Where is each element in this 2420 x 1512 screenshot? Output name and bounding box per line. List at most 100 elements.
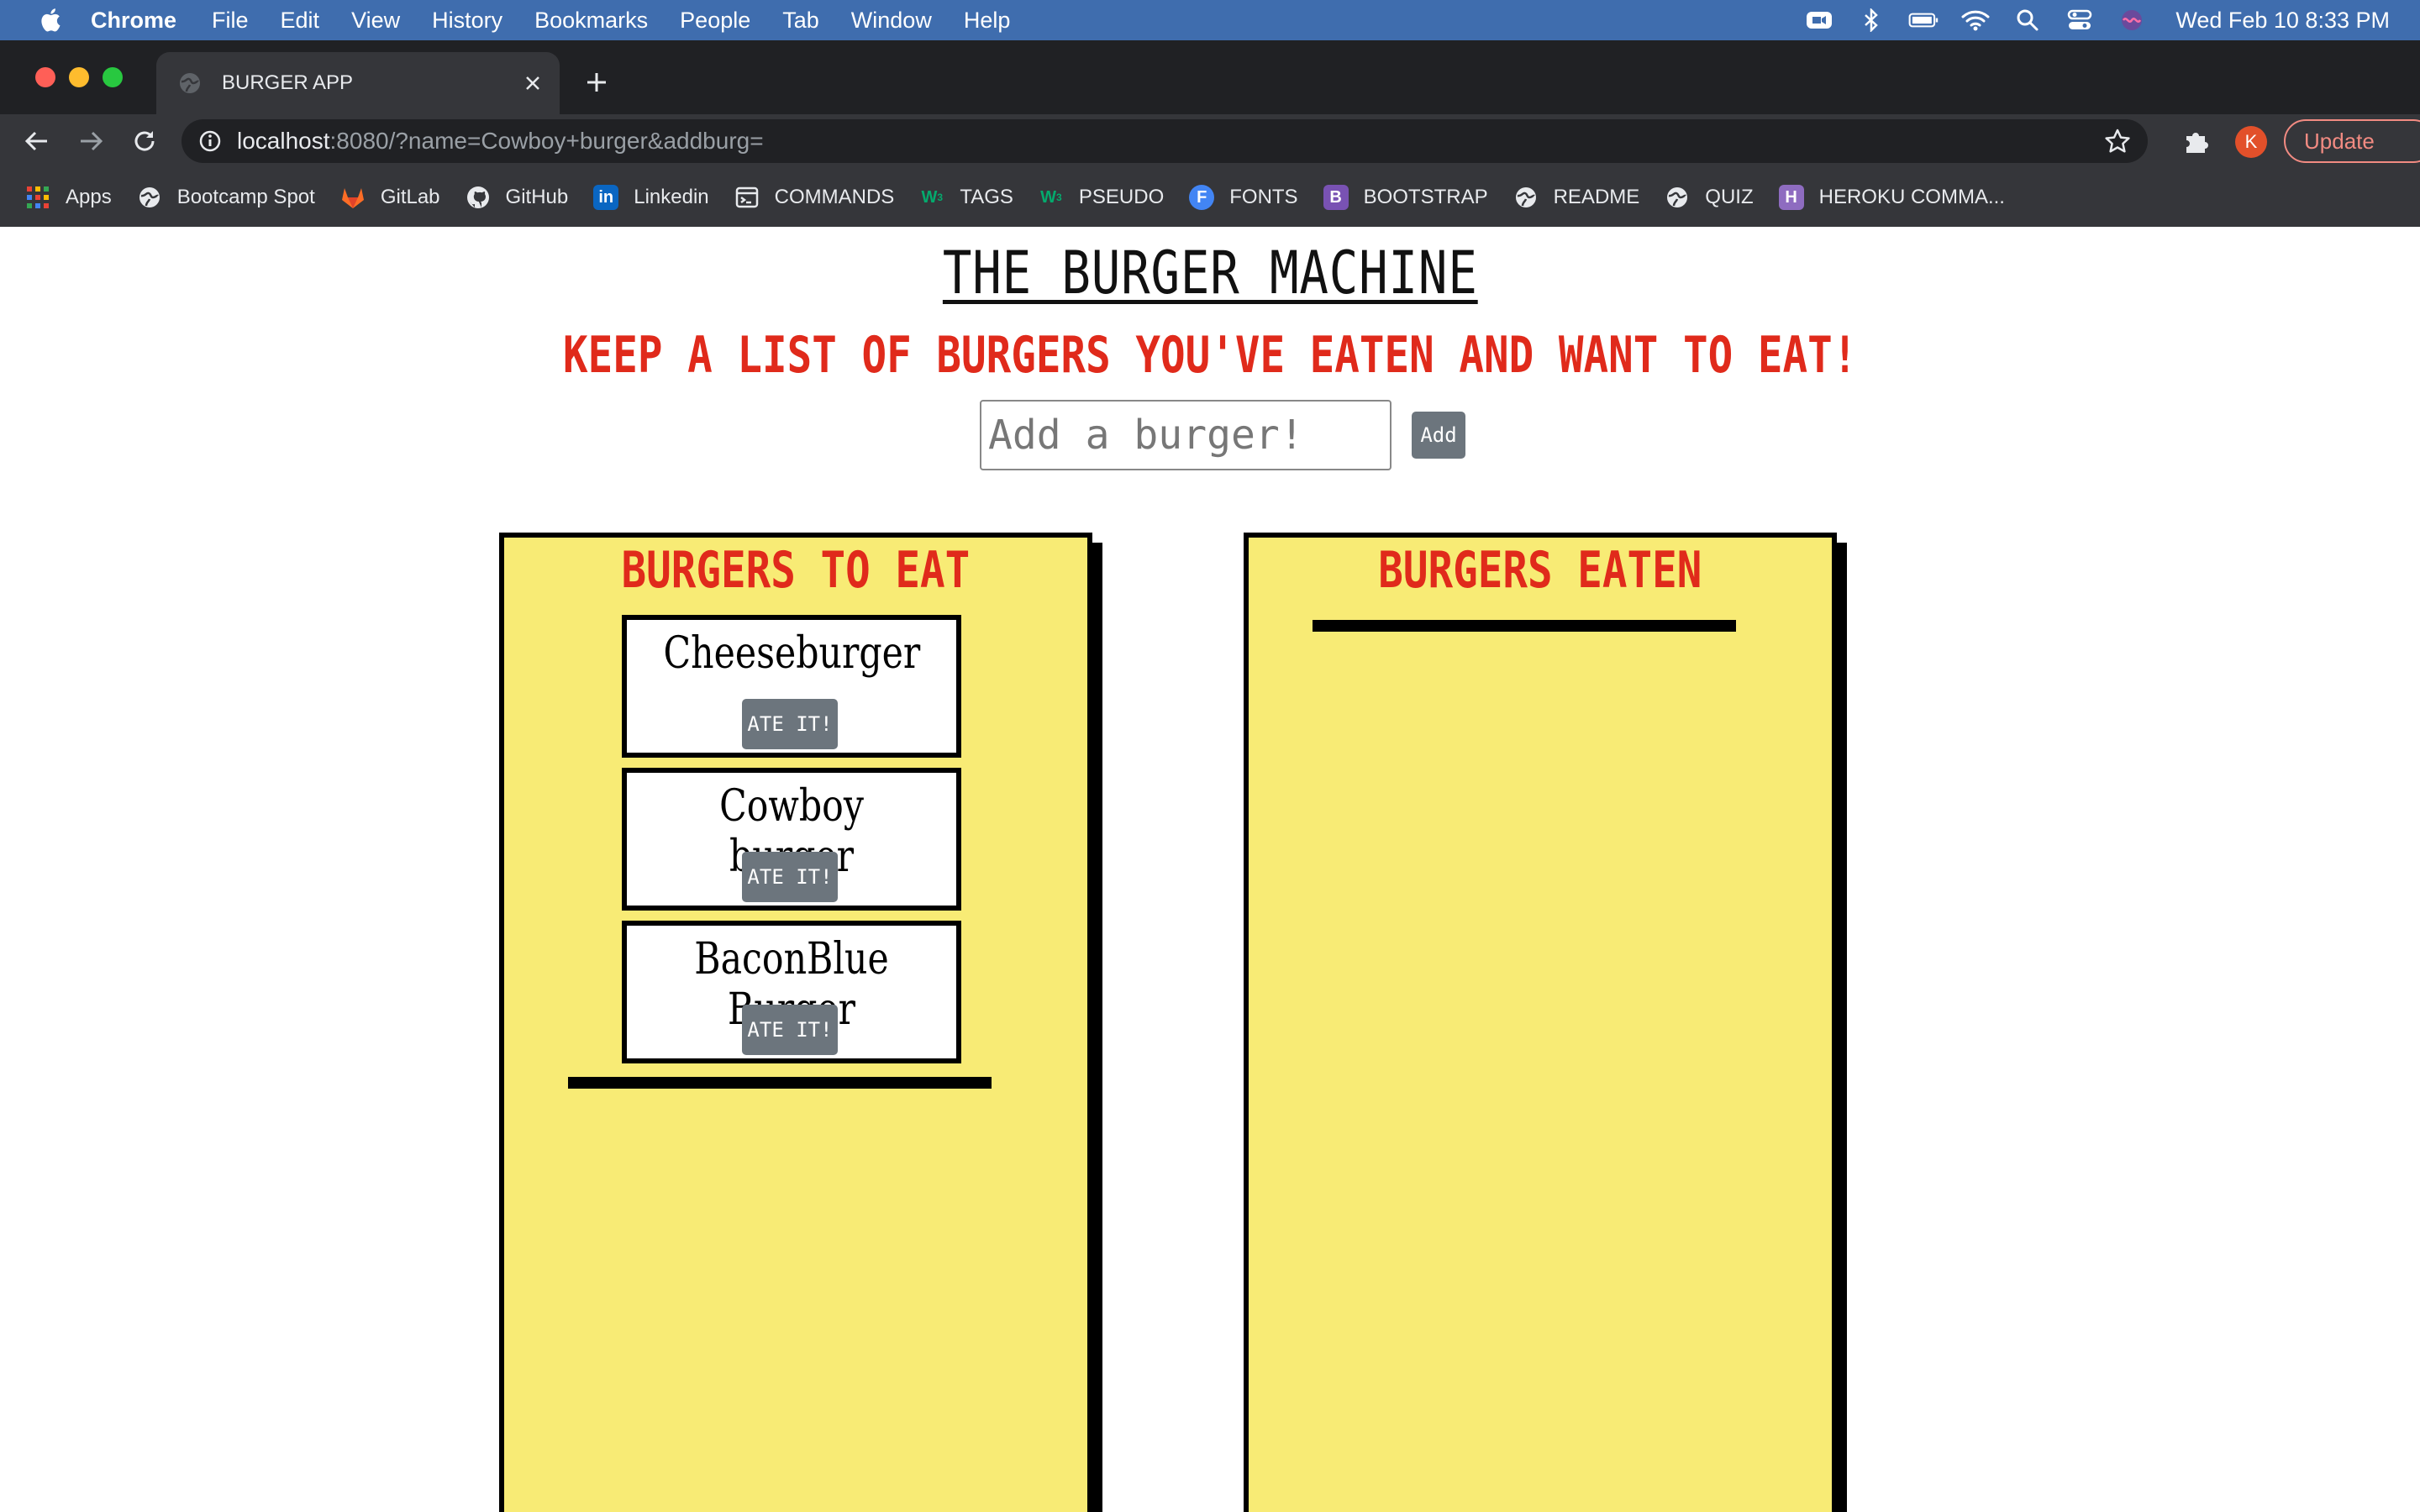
tab-burger-app[interactable]: BURGER APP: [156, 52, 560, 114]
menu-app-name[interactable]: Chrome: [91, 8, 176, 34]
profile-avatar[interactable]: K: [2235, 126, 2267, 158]
bookmark-commands[interactable]: COMMANDS: [734, 185, 895, 210]
terminal-icon: [734, 185, 760, 210]
ate-it-button[interactable]: ATE IT!: [742, 699, 838, 749]
divider: [568, 1077, 992, 1089]
menu-tab[interactable]: Tab: [782, 8, 819, 34]
bookmark-label: Apps: [66, 186, 112, 208]
globe-icon: [137, 185, 162, 210]
menu-help[interactable]: Help: [964, 8, 1011, 34]
github-icon: [466, 185, 491, 210]
bookmark-linkedin[interactable]: in Linkedin: [593, 185, 709, 210]
bluetooth-icon[interactable]: [1856, 8, 1886, 33]
new-tab-plus-icon[interactable]: [580, 66, 613, 99]
wifi-icon[interactable]: [1960, 8, 1991, 33]
bootstrap-icon: B: [1323, 185, 1349, 210]
burger-name-input[interactable]: [980, 400, 1392, 470]
bookmark-gitlab[interactable]: GitLab: [340, 185, 440, 210]
add-burger-button[interactable]: Add: [1412, 412, 1465, 459]
burger-card: Cowboy burger ATE IT!: [622, 768, 961, 911]
site-info-icon[interactable]: [198, 129, 222, 153]
browser-toolbar: localhost:8080/?name=Cowboy+burger&addbu…: [0, 114, 2420, 168]
bookmark-label: Linkedin: [634, 186, 709, 208]
url-host: localhost: [237, 128, 330, 154]
bookmark-label: FONTS: [1229, 186, 1298, 208]
page-subtitle: KEEP A LIST OF BURGERS YOU'VE EATEN AND …: [562, 326, 1858, 385]
burger-card: Cheeseburger ATE IT!: [622, 615, 961, 758]
bookmark-label: PSEUDO: [1078, 186, 1165, 208]
address-bar[interactable]: localhost:8080/?name=Cowboy+burger&addbu…: [182, 119, 2148, 163]
apps-grid-icon: [25, 185, 50, 210]
forward-arrow-icon[interactable]: [74, 124, 108, 158]
menu-window[interactable]: Window: [851, 8, 932, 34]
menu-people[interactable]: People: [680, 8, 750, 34]
w3schools-icon: W3: [921, 187, 944, 207]
bookmark-bootstrap[interactable]: B BOOTSTRAP: [1323, 185, 1488, 210]
burger-card: BaconBlue Burger ATE IT!: [622, 921, 961, 1063]
bookmark-apps[interactable]: Apps: [25, 185, 112, 210]
burgers-to-eat-heading: BURGERS TO EAT: [621, 541, 971, 600]
globe-icon: [1513, 185, 1539, 210]
menu-view[interactable]: View: [351, 8, 400, 34]
menu-edit[interactable]: Edit: [281, 8, 320, 34]
url-path: :8080/?name=Cowboy+burger&addburg=: [329, 128, 764, 154]
page-title: THE BURGER MACHINE: [942, 239, 1478, 307]
globe-icon: [180, 73, 200, 93]
tab-close-icon[interactable]: [516, 66, 550, 100]
fonts-icon: F: [1189, 185, 1215, 210]
bookmarks-bar: Apps Bootcamp Spot GitLab GitHub in Link…: [0, 168, 2420, 227]
add-burger-form: Add: [980, 400, 1465, 470]
browser-tab-strip: BURGER APP: [0, 40, 2420, 114]
bookmark-tags[interactable]: W3 TAGS: [919, 185, 1013, 210]
bookmark-label: GitHub: [505, 186, 569, 208]
linkedin-icon: in: [593, 185, 619, 210]
bookmark-label: GitLab: [380, 186, 440, 208]
menu-history[interactable]: History: [432, 8, 502, 34]
apple-icon[interactable]: [34, 7, 71, 34]
siri-icon[interactable]: [2117, 8, 2147, 33]
bookmark-star-icon[interactable]: [2104, 128, 2131, 155]
bookmark-label: Bootcamp Spot: [176, 186, 315, 208]
extensions-puzzle-icon[interactable]: [2181, 126, 2212, 156]
tab-title: BURGER APP: [222, 71, 354, 94]
back-arrow-icon[interactable]: [20, 124, 54, 158]
bookmark-label: README: [1553, 186, 1640, 208]
divider: [1313, 620, 1736, 632]
bookmark-fonts[interactable]: F FONTS: [1189, 185, 1298, 210]
bookmark-bootcamp-spot[interactable]: Bootcamp Spot: [137, 185, 315, 210]
bookmark-label: TAGS: [960, 186, 1013, 208]
ate-it-button[interactable]: ATE IT!: [742, 1005, 838, 1055]
bookmark-label: COMMANDS: [774, 186, 895, 208]
zoom-icon[interactable]: [1804, 8, 1834, 33]
update-button[interactable]: Update: [2284, 119, 2420, 163]
burgers-to-eat-panel: BURGERS TO EAT Cheeseburger ATE IT! Cowb…: [499, 533, 1092, 1512]
bookmark-label: BOOTSTRAP: [1363, 186, 1488, 208]
menu-bookmarks[interactable]: Bookmarks: [534, 8, 648, 34]
bookmark-label: QUIZ: [1705, 186, 1754, 208]
spotlight-search-icon[interactable]: [2012, 8, 2043, 33]
menubar-status-area: Wed Feb 10 8:33 PM: [1782, 0, 2390, 40]
battery-icon[interactable]: [1908, 8, 1939, 33]
ate-it-button[interactable]: ATE IT!: [742, 852, 838, 902]
w3schools-icon: W3: [1040, 187, 1062, 207]
bookmark-readme[interactable]: README: [1513, 185, 1640, 210]
heroku-icon: H: [1778, 185, 1804, 210]
burger-name: Cheeseburger: [663, 628, 920, 679]
control-center-icon[interactable]: [2065, 8, 2095, 33]
reload-icon[interactable]: [128, 124, 161, 158]
gitlab-icon: [340, 185, 366, 210]
bookmark-pseudo[interactable]: W3 PSEUDO: [1039, 185, 1164, 210]
page-content: THE BURGER MACHINE KEEP A LIST OF BURGER…: [0, 227, 2420, 1512]
burgers-eaten-panel: BURGERS EATEN: [1244, 533, 1837, 1512]
window-close-button[interactable]: [35, 67, 55, 87]
window-minimize-button[interactable]: [69, 67, 89, 87]
bookmark-quiz[interactable]: QUIZ: [1665, 185, 1754, 210]
macos-menu-bar: Chrome File Edit View History Bookmarks …: [0, 0, 2420, 40]
bookmark-github[interactable]: GitHub: [466, 185, 569, 210]
window-zoom-button[interactable]: [103, 67, 123, 87]
bookmark-heroku[interactable]: H HEROKU COMMA...: [1778, 185, 2005, 210]
menu-file[interactable]: File: [212, 8, 249, 34]
burgers-eaten-heading: BURGERS EATEN: [1378, 541, 1702, 600]
bookmark-label: HEROKU COMMA...: [1818, 186, 2005, 208]
menubar-clock[interactable]: Wed Feb 10 8:33 PM: [2175, 8, 2390, 34]
